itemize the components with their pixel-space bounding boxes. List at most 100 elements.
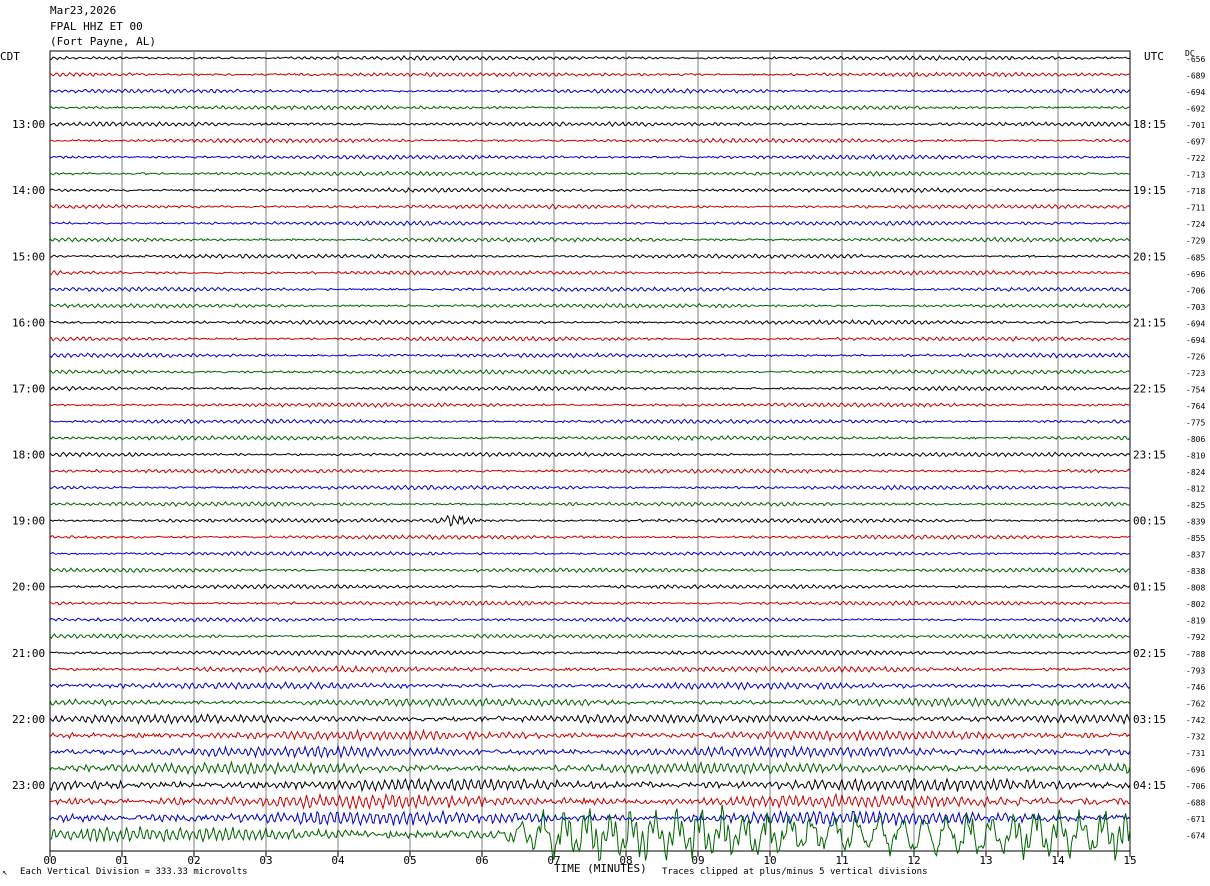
x-tick-label: 11 — [835, 854, 848, 867]
trace-line — [49, 633, 1131, 640]
trace-line — [49, 253, 1131, 260]
trace-line — [49, 187, 1131, 194]
dc-offset-label: -706 — [1186, 286, 1205, 295]
right-hour-label: 03:15 — [1133, 713, 1166, 726]
dc-offset-label: -754 — [1186, 385, 1205, 394]
dc-offset-label: -703 — [1186, 303, 1205, 312]
dc-offset-label: -674 — [1186, 832, 1205, 841]
trace-line — [49, 153, 1131, 161]
trace-line — [49, 760, 1131, 776]
trace-line — [49, 468, 1131, 475]
dc-offset-label: -689 — [1186, 72, 1205, 81]
dc-offset-label: -711 — [1186, 204, 1205, 213]
trace-line — [49, 203, 1131, 210]
right-hour-label: 21:15 — [1133, 316, 1166, 329]
trace-line — [49, 418, 1131, 425]
x-axis-label: TIME (MINUTES) — [554, 862, 647, 875]
dc-offset-label: -839 — [1186, 518, 1205, 527]
x-tick-label: 04 — [331, 854, 345, 867]
dc-offset-label: -838 — [1186, 567, 1205, 576]
x-tick-label: 06 — [475, 854, 488, 867]
trace-line — [49, 87, 1131, 94]
dc-offset-label: -713 — [1186, 171, 1205, 180]
trace-line — [49, 664, 1131, 674]
left-hour-label: 14:00 — [12, 184, 45, 197]
dc-offset-label: -793 — [1186, 666, 1205, 675]
trace-line — [49, 269, 1131, 276]
dc-offset-label: -722 — [1186, 154, 1205, 163]
dc-offset-label: -726 — [1186, 352, 1205, 361]
dc-offset-label: -697 — [1186, 138, 1205, 147]
dc-offset-label: -810 — [1186, 452, 1205, 461]
left-hour-label: 23:00 — [12, 779, 45, 792]
left-hour-label: 21:00 — [12, 647, 45, 660]
trace-line — [49, 71, 1131, 78]
dc-offset-label: -694 — [1186, 319, 1205, 328]
right-hour-label: 04:15 — [1133, 779, 1166, 792]
scale-marker-icon: ↖ — [2, 868, 8, 878]
dc-offset-label: -718 — [1186, 187, 1205, 196]
trace-line — [49, 550, 1131, 557]
right-hour-label: 20:15 — [1133, 250, 1166, 263]
dc-offset-label: -706 — [1186, 782, 1205, 791]
trace-line — [49, 696, 1131, 708]
x-tick-label: 01 — [115, 854, 128, 867]
trace-line — [50, 514, 1131, 527]
trace-line — [49, 352, 1131, 359]
trace-line — [49, 777, 1131, 793]
plot-frame — [49, 50, 1131, 852]
left-hour-label: 13:00 — [12, 118, 45, 131]
dc-offset-label: -775 — [1186, 418, 1205, 427]
dc-offset-label: -802 — [1186, 600, 1205, 609]
trace-line — [49, 616, 1131, 623]
dc-offset-label: -729 — [1186, 237, 1205, 246]
trace-line — [49, 484, 1131, 491]
left-hour-label: 20:00 — [12, 581, 45, 594]
trace-line — [49, 451, 1131, 458]
dc-offset-label: -694 — [1186, 88, 1205, 97]
x-tick-label: 00 — [43, 854, 56, 867]
trace-line — [50, 220, 1131, 227]
dc-offset-label: -855 — [1186, 534, 1205, 543]
dc-offset-label: -656 — [1186, 55, 1205, 64]
right-hour-label: 01:15 — [1133, 581, 1166, 594]
x-tick-label: 03 — [259, 854, 272, 867]
dc-offset-label: -824 — [1186, 468, 1205, 477]
dc-offset-label: -746 — [1186, 683, 1205, 692]
trace-line — [49, 434, 1131, 442]
right-hour-label: 02:15 — [1133, 647, 1166, 660]
trace-line — [49, 402, 1131, 409]
dc-offset-label: -671 — [1186, 815, 1205, 824]
trace-line — [49, 236, 1131, 243]
dc-offset-label: -688 — [1186, 798, 1205, 807]
dc-offset-label: -806 — [1186, 435, 1205, 444]
dc-offset-label: -762 — [1186, 699, 1205, 708]
trace-line — [49, 319, 1131, 326]
dc-offset-label: -731 — [1186, 749, 1205, 758]
dc-offset-label: -696 — [1186, 270, 1205, 279]
dc-offset-label: -724 — [1186, 220, 1205, 229]
trace-line — [49, 534, 1131, 541]
dc-offset-label: -812 — [1186, 485, 1205, 494]
dc-offset-label: -792 — [1186, 633, 1205, 642]
left-hour-label: 16:00 — [12, 316, 45, 329]
trace-line — [49, 286, 1131, 293]
x-tick-label: 02 — [187, 854, 200, 867]
right-hour-label: 18:15 — [1133, 118, 1166, 131]
left-hour-label: 18:00 — [12, 449, 45, 462]
trace-line — [49, 649, 1131, 657]
dc-offset-label: -685 — [1186, 253, 1205, 262]
dc-offset-label: -819 — [1186, 617, 1205, 626]
dc-offset-label: -692 — [1186, 105, 1205, 114]
trace-line — [49, 792, 1131, 811]
trace-line — [49, 121, 1131, 128]
left-hour-label: 15:00 — [12, 250, 45, 263]
trace-line — [49, 744, 1131, 760]
scale-note: Each Vertical Division = 333.33 microvol… — [20, 867, 248, 877]
trace-line — [49, 583, 1131, 590]
left-hour-label: 19:00 — [12, 515, 45, 528]
trace-line — [49, 728, 1131, 743]
dc-offset-label: -825 — [1186, 501, 1205, 510]
right-hour-label: 22:15 — [1133, 382, 1166, 395]
clip-note: Traces clipped at plus/minus 5 vertical … — [662, 867, 928, 877]
